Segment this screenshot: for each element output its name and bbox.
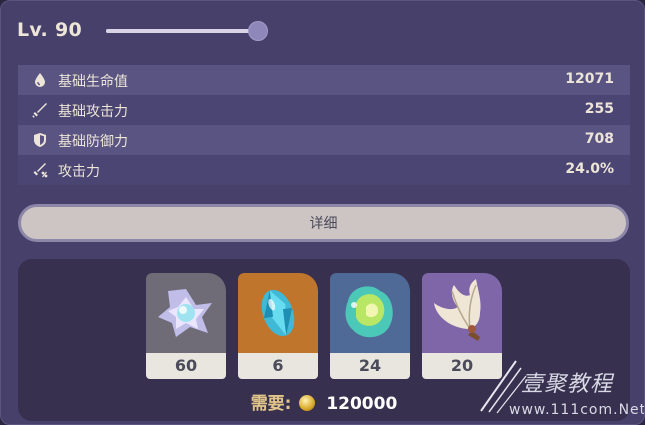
cost-label: 需要:: [250, 394, 292, 414]
crystal-flower-icon: [158, 289, 212, 337]
shield-icon: [34, 133, 46, 147]
stat-value: 12071: [565, 71, 614, 87]
material-count: 60: [146, 353, 226, 379]
stat-row-hp: 基础生命值 12071: [18, 65, 630, 95]
level-label: Lv. 90: [17, 19, 83, 41]
stat-row-attack: 基础攻击力 255: [18, 95, 630, 125]
material-art: [238, 273, 318, 353]
stat-value: 708: [584, 131, 614, 147]
stat-value: 255: [584, 101, 614, 117]
watermark-title: 壹聚教程: [521, 372, 614, 397]
material-count: 6: [238, 353, 318, 379]
stat-label: 基础防御力: [58, 134, 128, 150]
character-level-panel: Lv. 90 基础生命值 12071 基础攻击力 255 基础防御力 708 攻…: [0, 0, 645, 425]
material-art: [330, 273, 410, 353]
stat-label: 基础生命值: [58, 74, 128, 90]
material-item[interactable]: 6: [238, 273, 318, 379]
details-button[interactable]: 详细: [18, 204, 629, 242]
cost-value: 120000: [326, 394, 398, 414]
material-item[interactable]: 60: [146, 273, 226, 379]
level-slider-fill: [106, 29, 258, 33]
hp-drop-icon: [35, 73, 45, 87]
level-slider[interactable]: [106, 21, 268, 41]
blue-gem-icon: [261, 289, 295, 337]
watermark: 壹聚教程 www.111com.Net: [471, 356, 645, 424]
attack-up-icon: [33, 163, 48, 178]
stat-row-defense: 基础防御力 708: [18, 125, 630, 155]
sword-icon: [32, 103, 47, 118]
stat-label: 基础攻击力: [58, 104, 128, 120]
material-art: [146, 273, 226, 353]
level-slider-thumb[interactable]: [248, 21, 268, 41]
material-art: [422, 273, 502, 353]
feather-fan-icon: [434, 279, 481, 341]
mora-coin-icon: [298, 395, 315, 411]
stat-value: 24.0%: [565, 161, 614, 177]
stat-label: 攻击力: [58, 164, 100, 180]
level-row: Lv. 90: [17, 15, 277, 49]
stats-list: 基础生命值 12071 基础攻击力 255 基础防御力 708 攻击力 24.0…: [18, 65, 630, 185]
watermark-url: www.111com.Net: [509, 402, 645, 418]
material-count: 24: [330, 353, 410, 379]
material-item[interactable]: 24: [330, 273, 410, 379]
green-chunk-icon: [345, 286, 393, 338]
stat-row-attack-percent: 攻击力 24.0%: [18, 155, 630, 185]
